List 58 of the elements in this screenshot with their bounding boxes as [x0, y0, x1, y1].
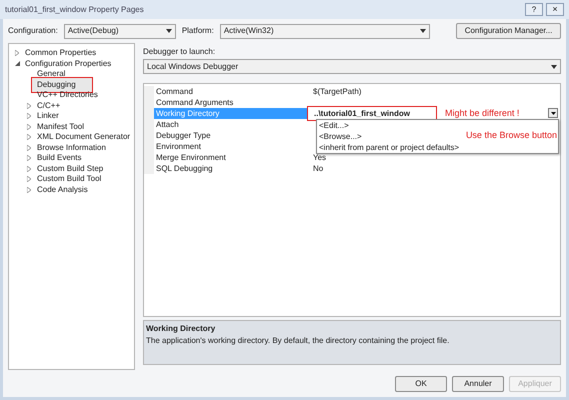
tree-item[interactable]: Browse Information [35, 142, 108, 154]
dropdown-arrow-icon [550, 112, 556, 114]
dropdown-option[interactable]: <inherit from parent or project defaults> [317, 142, 460, 153]
collapsed-triangle-icon[interactable] [27, 102, 31, 109]
close-button[interactable]: × [546, 3, 564, 16]
property-name[interactable]: Merge Environment [154, 152, 307, 163]
dropdown-option[interactable]: <Edit...> [317, 120, 349, 131]
collapsed-triangle-icon[interactable] [27, 186, 31, 193]
tree-item[interactable]: Code Analysis [35, 184, 90, 196]
property-value: $(TargetPath) [312, 86, 362, 97]
property-name[interactable]: Command [154, 86, 307, 97]
platform-label: Platform: [182, 25, 214, 37]
property-name[interactable]: SQL Debugging [154, 163, 307, 174]
tree-item[interactable]: C/C++ [35, 100, 62, 112]
tree-item[interactable]: Manifest Tool [35, 120, 86, 133]
collapsed-triangle-icon[interactable] [27, 155, 31, 162]
tree-item[interactable]: Linker [35, 110, 61, 122]
property-name[interactable]: Attach [154, 119, 307, 130]
dialog-button[interactable]: OK [395, 376, 447, 392]
tree-item[interactable]: Custom Build Tool [35, 173, 104, 186]
collapsed-triangle-icon[interactable] [15, 50, 19, 56]
debugger-label: Debugger to launch: [143, 46, 216, 58]
dropdown-arrow-icon [420, 29, 426, 33]
debugger-dropdown[interactable]: Local Windows Debugger [143, 59, 561, 74]
platform-dropdown[interactable]: Active(Win32) [220, 24, 430, 38]
window-title: tutorial01_first_window Property Pages [5, 4, 144, 16]
dropdown-button[interactable] [548, 108, 558, 118]
dropdown-arrow-icon [551, 64, 557, 68]
tree-item[interactable]: XML Document Generator [35, 131, 132, 144]
dropdown-option[interactable]: <Browse...> [317, 131, 362, 142]
collapsed-triangle-icon[interactable] [27, 124, 31, 130]
dialog-button[interactable]: Annuler [452, 376, 504, 392]
annotation-text: Might be different ! [445, 108, 520, 119]
grid-gutter [144, 163, 154, 174]
description-text: The application's working directory. By default, the directory containing the project file. [146, 335, 450, 347]
help-button[interactable]: ? [525, 3, 543, 16]
property-name[interactable]: Environment [154, 141, 307, 152]
tree-item[interactable]: Common Properties [23, 47, 98, 60]
collapsed-triangle-icon[interactable] [27, 113, 31, 120]
property-name[interactable]: Debugger Type [154, 130, 307, 141]
configuration-dropdown[interactable]: Active(Debug) [64, 24, 176, 38]
dropdown-arrow-icon [166, 29, 172, 33]
tree-item[interactable]: Build Events [35, 152, 84, 164]
property-value: No [312, 163, 324, 174]
configuration-label: Configuration: [8, 25, 58, 37]
tree-item[interactable]: Configuration Properties [23, 58, 114, 70]
property-value: Yes [312, 152, 326, 163]
collapsed-triangle-icon[interactable] [27, 166, 31, 172]
expanded-triangle-icon[interactable] [15, 61, 20, 66]
tree-item[interactable]: Custom Build Step [35, 162, 106, 175]
property-name[interactable]: Command Arguments [154, 97, 307, 108]
collapsed-triangle-icon[interactable] [27, 134, 31, 140]
collapsed-triangle-icon[interactable] [27, 176, 31, 182]
grid-gutter [144, 86, 154, 97]
annotation-text: Use the Browse button [466, 130, 557, 141]
description-title: Working Directory [146, 323, 216, 335]
configuration-manager-button[interactable]: Configuration Manager... [456, 23, 561, 39]
collapsed-triangle-icon[interactable] [27, 144, 31, 151]
